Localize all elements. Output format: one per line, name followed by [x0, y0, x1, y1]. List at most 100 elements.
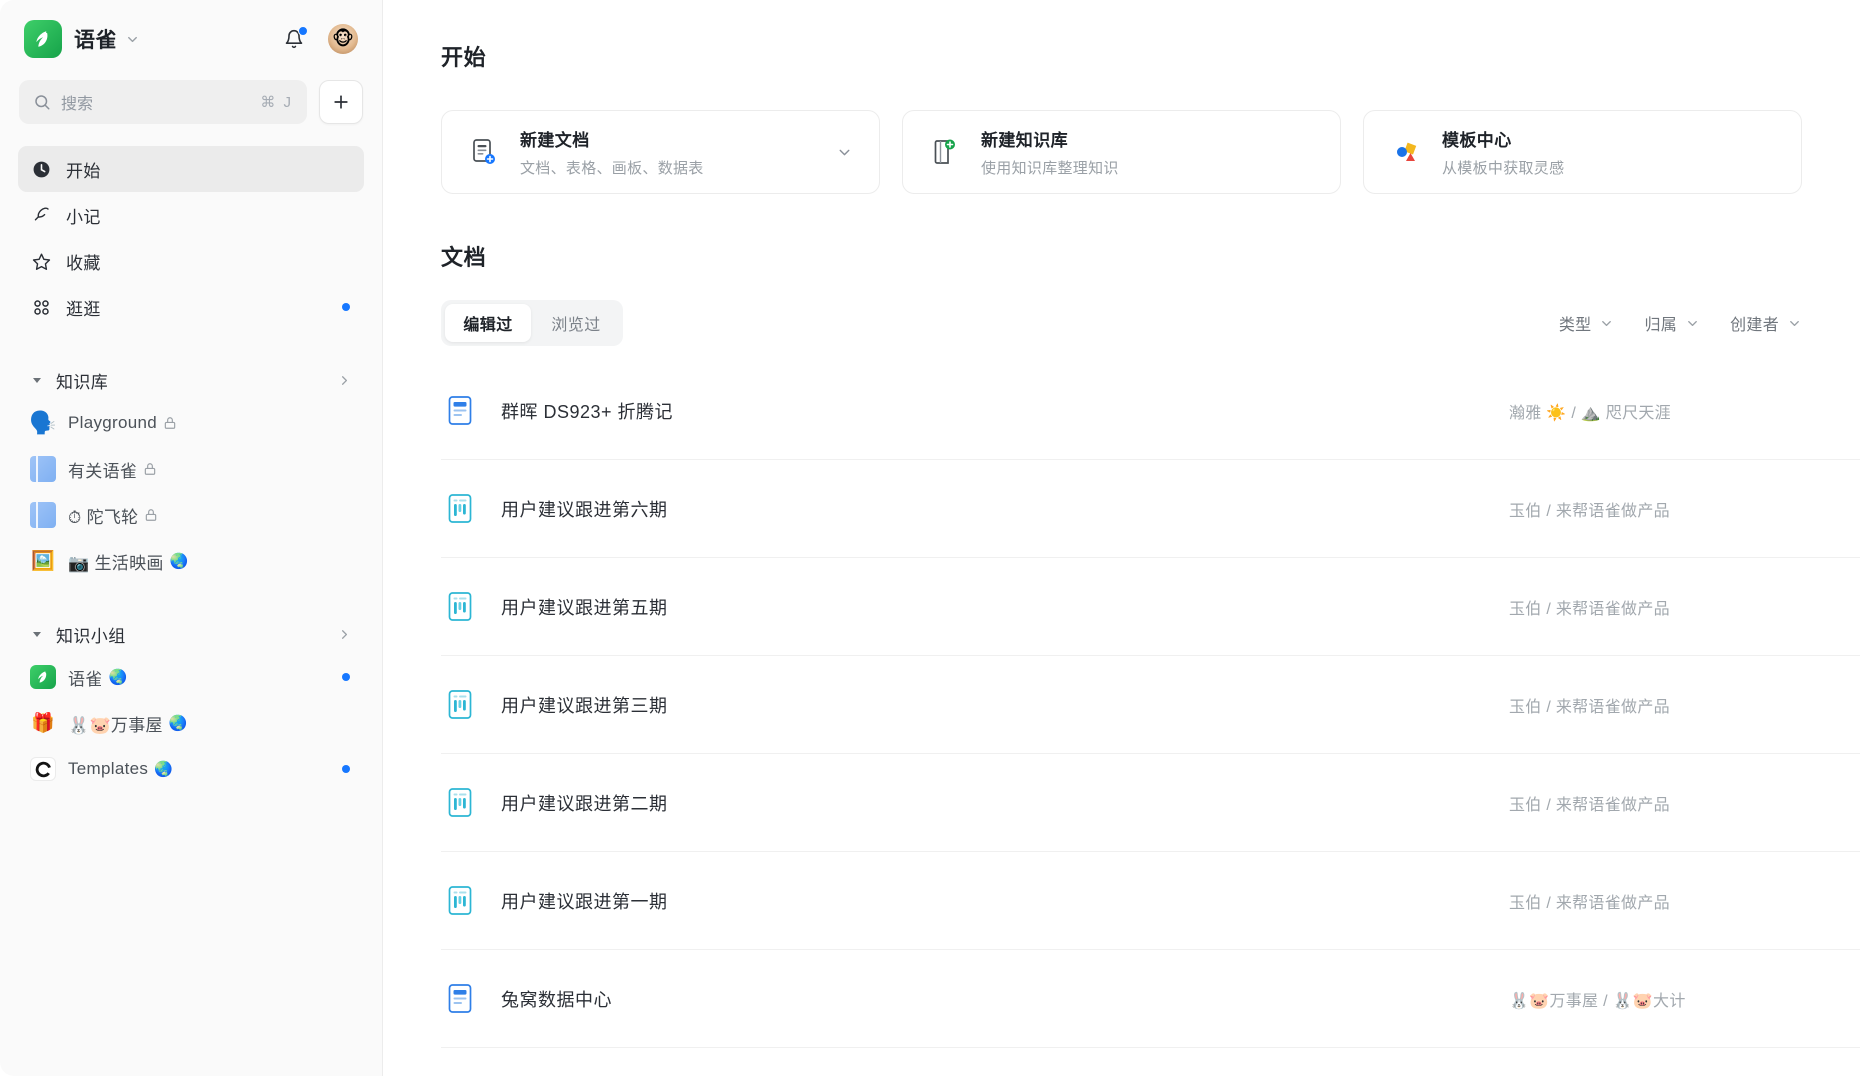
unread-dot [342, 673, 350, 681]
notification-badge-dot [298, 26, 308, 36]
new-doc-icon [466, 135, 500, 169]
sidebar-brand-row: 语雀 🐵 [18, 0, 364, 78]
lock-icon [143, 462, 157, 476]
filter-label: 归属 [1644, 311, 1677, 335]
document-title: 用户建议跟进第六期 [501, 496, 668, 522]
sidebar-item-favorites[interactable]: 收藏 [18, 238, 364, 284]
document-title: 用户建议跟进第五期 [501, 594, 668, 620]
filter-type[interactable]: 类型 [1559, 311, 1615, 335]
globe-icon: 🌏 [169, 714, 188, 732]
table-row[interactable]: 用户建议跟进第二期 玉伯 / 来帮语雀做产品 09-12 10:01 [441, 754, 1860, 852]
card-subtitle: 从模板中获取灵感 [1442, 157, 1564, 178]
avatar-glyph: 🐵 [332, 30, 354, 49]
sidebar-item-explore[interactable]: 逛逛 [18, 284, 364, 330]
sidebar-library-life-pictures[interactable]: 🖼️ 📷 生活映画 🌏 [18, 538, 364, 584]
search-input[interactable]: 搜索 ⌘ J [19, 80, 307, 124]
feather-icon [30, 204, 52, 226]
sidebar-item-notes[interactable]: 小记 [18, 192, 364, 238]
clock-icon [30, 158, 52, 180]
document-owner: 玉伯 / 来帮语雀做产品 [1509, 693, 1670, 717]
bell-icon[interactable] [280, 25, 308, 53]
document-title: 用户建议跟进第三期 [501, 692, 668, 718]
library-name: ⏱ 陀飞轮 [68, 503, 138, 528]
avatar[interactable]: 🐵 [328, 24, 358, 54]
table-row[interactable]: 用户建议跟进第一期 玉伯 / 来帮语雀做产品 09-12 09:56 [441, 852, 1860, 950]
group-title: 知识库 [56, 368, 108, 393]
sidebar-team-yuque[interactable]: 语雀 🌏 [18, 654, 364, 700]
book-icon [30, 502, 56, 528]
sidebar-search-row: 搜索 ⌘ J [18, 80, 364, 124]
template-center-card[interactable]: 模板中心 从模板中获取灵感 [1363, 110, 1802, 194]
unread-dot [342, 303, 350, 311]
chevron-down-icon[interactable] [836, 144, 853, 161]
document-filters: 类型 归属 创建者 [1559, 311, 1802, 335]
gift-icon: 🎁 [30, 710, 56, 736]
table-row[interactable]: 用户建议跟进第五期 玉伯 / 来帮语雀做产品 09-12 10:10 [441, 558, 1860, 656]
library-name: 有关语雀 [68, 457, 137, 482]
sidebar-item-label: 小记 [66, 203, 101, 228]
sidebar-library-about-yuque[interactable]: 有关语雀 [18, 446, 364, 492]
template-center-icon [1388, 135, 1422, 169]
documents-section-title: 文档 [441, 240, 1860, 272]
team-label: 🐰🐷万事屋 🌏 [68, 711, 188, 736]
globe-icon: 🌏 [154, 760, 173, 778]
document-owner: 玉伯 / 来帮语雀做产品 [1509, 889, 1670, 913]
picture-frame-icon: 🖼️ [30, 548, 56, 574]
yuque-logo-icon[interactable] [24, 20, 62, 58]
table-row[interactable]: 群晖 DS923+ 折腾记 瀚雅 ☀️ / ⛰️ 咫尺天涯 09-21 10:2… [441, 362, 1860, 460]
search-placeholder: 搜索 [61, 90, 260, 114]
sidebar-library-tourbillon[interactable]: ⏱ 陀飞轮 [18, 492, 364, 538]
library-label: ⏱ 陀飞轮 [68, 503, 158, 528]
document-owner: 玉伯 / 来帮语雀做产品 [1509, 791, 1670, 815]
card-text: 模板中心 从模板中获取灵感 [1442, 126, 1564, 178]
tab-viewed[interactable]: 浏览过 [533, 304, 619, 342]
chevron-right-icon[interactable] [337, 373, 352, 388]
group-title: 知识小组 [56, 622, 126, 647]
globe-icon: 🌏 [170, 552, 189, 570]
board-icon [445, 786, 475, 820]
sidebar-group-knowledge-team: 知识小组 语雀 🌏 🎁 [18, 614, 364, 792]
grid-dots-icon [30, 296, 52, 318]
filter-creator[interactable]: 创建者 [1730, 311, 1802, 335]
card-title: 新建知识库 [981, 126, 1119, 151]
main-content: 开始 新建文档 文档、表格、画板、数据表 [383, 0, 1860, 1076]
sidebar-item-start[interactable]: 开始 [18, 146, 364, 192]
library-label: Playground [68, 413, 177, 433]
board-icon [445, 492, 475, 526]
group-header[interactable]: 知识小组 [18, 614, 364, 654]
team-name: 语雀 [68, 665, 103, 690]
plus-icon[interactable] [319, 80, 363, 124]
filter-ownership[interactable]: 归属 [1644, 311, 1700, 335]
search-icon [33, 93, 51, 111]
chevron-down-icon[interactable] [125, 32, 140, 47]
chevron-right-icon[interactable] [337, 627, 352, 642]
sidebar-team-wanshiwu[interactable]: 🎁 🐰🐷万事屋 🌏 [18, 700, 364, 746]
lock-icon [144, 508, 158, 522]
library-name: Playground [68, 413, 157, 433]
document-owner: 玉伯 / 来帮语雀做产品 [1509, 497, 1670, 521]
brand-name: 语雀 [74, 24, 117, 54]
group-header[interactable]: 知识库 [18, 360, 364, 400]
table-row[interactable]: 兔窝数据中心 🐰🐷万事屋 / 🐰🐷大计 09-08 15:33 [441, 950, 1860, 1048]
tab-edited[interactable]: 编辑过 [445, 304, 531, 342]
sidebar-library-playground[interactable]: 🗣️ Playground [18, 400, 364, 446]
documents-toolbar: 编辑过 浏览过 类型 归属 创建者 [441, 300, 1860, 346]
board-icon [445, 884, 475, 918]
triangle-down-icon[interactable] [30, 627, 44, 641]
document-title: 用户建议跟进第二期 [501, 790, 668, 816]
yuque-app-window: 语雀 🐵 搜索 ⌘ J [0, 0, 1860, 1076]
sidebar-team-templates[interactable]: Templates 🌏 [18, 746, 364, 792]
table-row[interactable]: 用户建议跟进第三期 玉伯 / 来帮语雀做产品 09-12 10:03 [441, 656, 1860, 754]
new-library-card[interactable]: 新建知识库 使用知识库整理知识 [902, 110, 1341, 194]
new-document-card[interactable]: 新建文档 文档、表格、画板、数据表 [441, 110, 880, 194]
sidebar-item-label: 开始 [66, 157, 101, 182]
card-subtitle: 使用知识库整理知识 [981, 157, 1119, 178]
document-icon [445, 394, 475, 428]
sidebar-item-label: 收藏 [66, 249, 101, 274]
document-icon [445, 982, 475, 1016]
card-title: 新建文档 [520, 126, 704, 151]
document-owner: 瀚雅 ☀️ / ⛰️ 咫尺天涯 [1509, 399, 1671, 423]
triangle-down-icon[interactable] [30, 373, 44, 387]
table-row[interactable]: 用户建议跟进第六期 玉伯 / 来帮语雀做产品 09-12 10:12 [441, 460, 1860, 558]
document-title: 兔窝数据中心 [501, 986, 612, 1012]
